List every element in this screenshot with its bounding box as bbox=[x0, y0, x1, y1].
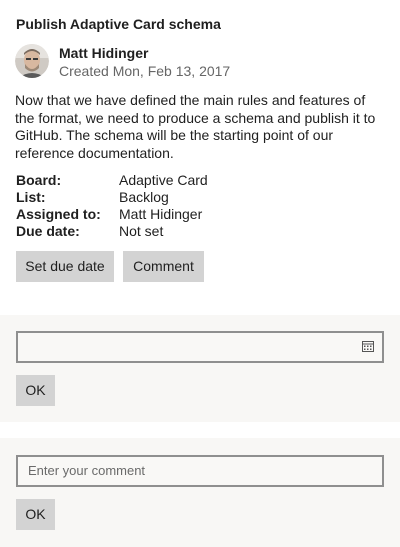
fact-set: Board: Adaptive Card List: Backlog Assig… bbox=[16, 172, 208, 240]
due-date-input[interactable] bbox=[16, 331, 384, 363]
avatar-image bbox=[15, 44, 49, 78]
fact-key: Due date: bbox=[16, 223, 80, 239]
author-name: Matt Hidinger bbox=[59, 45, 149, 61]
fact-value: Not set bbox=[119, 223, 164, 239]
fact-value: Adaptive Card bbox=[119, 172, 208, 188]
fact-row-list: List: Backlog bbox=[16, 189, 208, 206]
due-date-panel: OK bbox=[0, 315, 400, 422]
card-description: Now that we have defined the main rules … bbox=[15, 92, 376, 161]
comment-ok-button[interactable]: OK bbox=[16, 499, 55, 530]
set-due-date-button[interactable]: Set due date bbox=[16, 251, 114, 282]
fact-key: Board: bbox=[16, 172, 62, 188]
fact-row-board: Board: Adaptive Card bbox=[16, 172, 208, 189]
fact-value: Matt Hidinger bbox=[119, 206, 203, 222]
card-title: Publish Adaptive Card schema bbox=[16, 16, 221, 32]
comment-button[interactable]: Comment bbox=[123, 251, 204, 282]
created-date: Created Mon, Feb 13, 2017 bbox=[59, 63, 231, 79]
calendar-icon[interactable] bbox=[362, 340, 374, 352]
due-date-ok-button[interactable]: OK bbox=[16, 375, 55, 406]
comment-placeholder: Enter your comment bbox=[28, 463, 146, 478]
fact-key: List: bbox=[16, 189, 46, 205]
fact-row-due-date: Due date: Not set bbox=[16, 223, 208, 240]
fact-key: Assigned to: bbox=[16, 206, 101, 222]
fact-value: Backlog bbox=[119, 189, 169, 205]
avatar bbox=[15, 44, 49, 78]
comment-input[interactable]: Enter your comment bbox=[16, 455, 384, 487]
fact-row-assigned: Assigned to: Matt Hidinger bbox=[16, 206, 208, 223]
comment-panel: Enter your comment OK bbox=[0, 438, 400, 547]
